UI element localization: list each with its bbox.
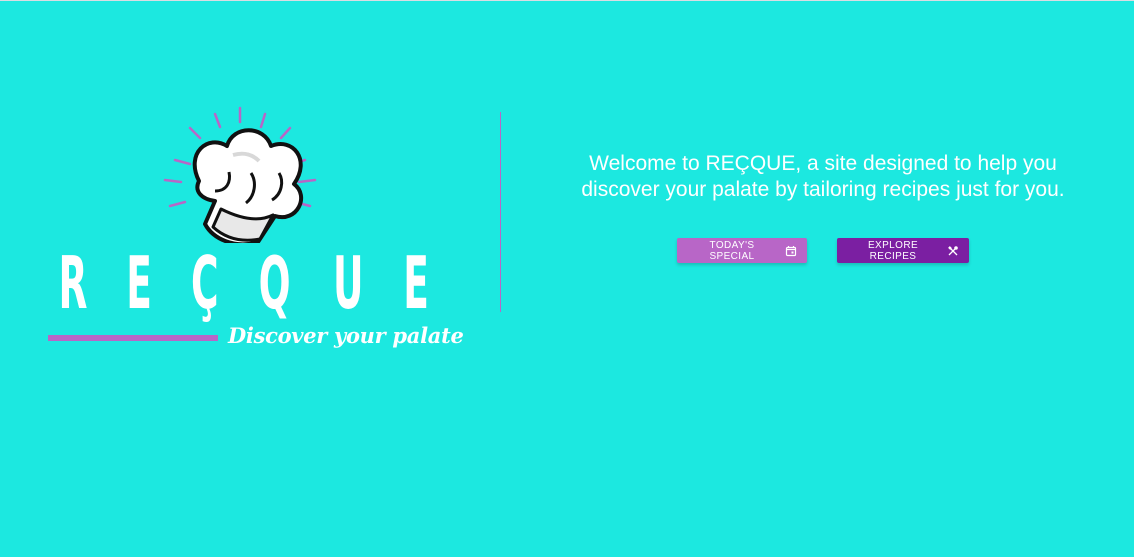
todays-special-button[interactable]: TODAY'S SPECIAL (677, 238, 807, 263)
action-buttons: TODAY'S SPECIAL EXPLORE RECIPES (677, 238, 971, 264)
explore-recipes-button[interactable]: EXPLORE RECIPES (837, 238, 969, 263)
landing-page: R E Ç Q U E Discover your palate Welcome… (0, 0, 1134, 557)
brand-letter: E (126, 241, 153, 325)
brand-underline (48, 335, 218, 341)
brand-letter: Ç (190, 241, 219, 325)
utensils-icon (947, 245, 959, 257)
brand-logo: R E Ç Q U E Discover your palate (40, 93, 464, 363)
brand-name: R E Ç Q U E (48, 243, 438, 323)
todays-special-label: TODAY'S SPECIAL (709, 239, 755, 262)
welcome-message: Welcome to REÇQUE, a site designed to he… (581, 152, 1065, 201)
brand-letter: E (402, 241, 429, 325)
explore-recipes-label: EXPLORE RECIPES (867, 239, 919, 262)
brand-letter: Q (259, 241, 291, 325)
calendar-icon (785, 245, 797, 257)
brand-tagline: Discover your palate (228, 323, 464, 348)
vertical-divider (500, 112, 501, 312)
chef-hat-icon (163, 106, 317, 243)
brand-letter: U (332, 241, 364, 325)
brand-letter: R (58, 241, 88, 325)
